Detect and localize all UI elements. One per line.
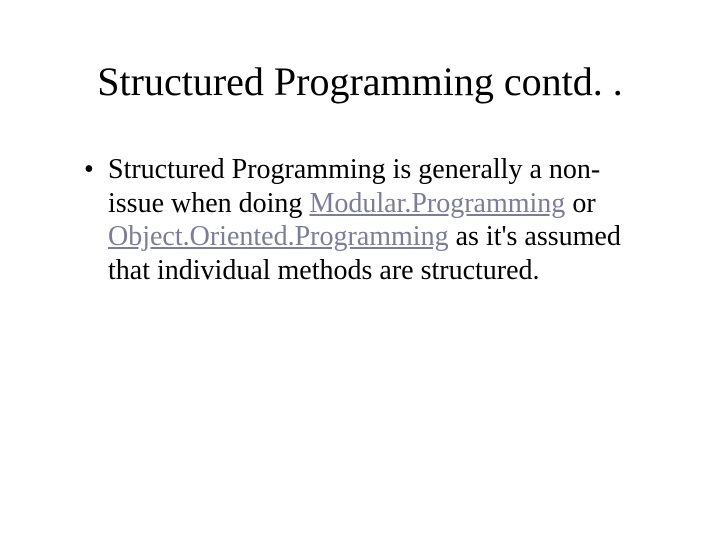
link-object-oriented-programming[interactable]: Object.Oriented.Programming (108, 221, 449, 252)
bullet-item: Structured Programming is generally a no… (84, 153, 648, 287)
slide: Structured Programming contd. . Structur… (0, 0, 720, 540)
slide-body: Structured Programming is generally a no… (60, 153, 660, 287)
link-modular-programming[interactable]: Modular.Programming (309, 188, 565, 219)
bullet-list: Structured Programming is generally a no… (60, 153, 660, 287)
bullet-text-part2: or (565, 188, 595, 219)
slide-title: Structured Programming contd. . (60, 58, 660, 105)
